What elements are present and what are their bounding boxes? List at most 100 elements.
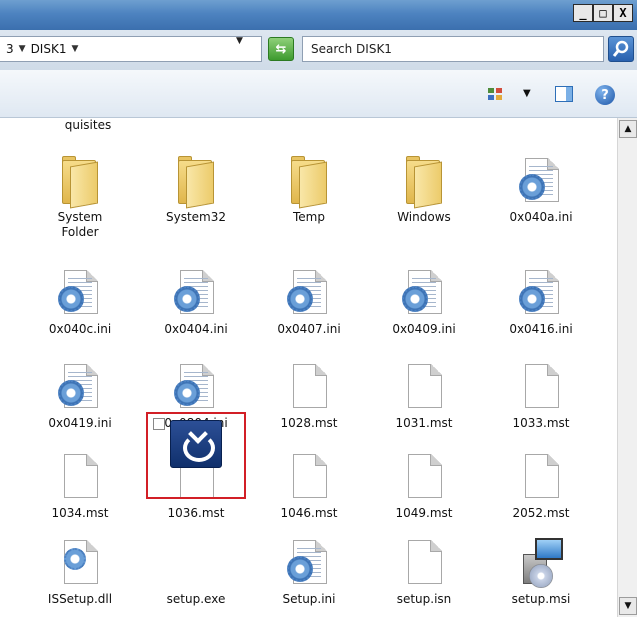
file-item-label: System32 xyxy=(165,210,227,224)
refresh-button[interactable]: ⇆ xyxy=(268,37,294,61)
file-item-label: Windows xyxy=(397,210,451,224)
file-item-label: ISSetup.dll xyxy=(47,592,113,606)
setup-exe-icon[interactable] xyxy=(170,420,222,468)
scroll-down-arrow-icon[interactable]: ▼ xyxy=(619,597,637,615)
view-dropdown-icon[interactable]: ▼ xyxy=(523,88,531,99)
file-item[interactable]: setup.msi xyxy=(491,536,591,607)
change-view-icon[interactable] xyxy=(488,88,504,102)
close-button[interactable]: X xyxy=(613,4,633,22)
search-placeholder: Search DISK1 xyxy=(311,42,392,56)
file-item[interactable]: 0x040c.ini xyxy=(30,266,130,337)
file-item[interactable]: 1028.mst xyxy=(259,360,359,431)
file-item-label: 0x0409.ini xyxy=(392,322,456,336)
file-item[interactable]: 2052.mst xyxy=(491,450,591,521)
file-item-label: 2052.mst xyxy=(512,506,570,520)
file-item[interactable]: 0x0416.ini xyxy=(491,266,591,337)
file-item-label: 1036.mst xyxy=(167,506,225,520)
window-controls: _ □ X xyxy=(573,4,633,22)
file-item-label: 0x0419.ini xyxy=(48,416,112,430)
search-icon xyxy=(612,40,629,57)
dll-icon xyxy=(56,536,104,590)
command-toolbar: ▼ ? xyxy=(0,70,637,118)
file-item[interactable]: Setup.ini xyxy=(259,536,359,607)
help-icon[interactable]: ? xyxy=(595,85,615,105)
preview-pane-icon[interactable] xyxy=(555,86,573,102)
search-input[interactable]: Search DISK1 xyxy=(302,36,604,62)
document-icon xyxy=(400,536,448,590)
document-icon xyxy=(517,450,565,504)
file-item[interactable]: Windows xyxy=(374,154,474,225)
file-item-label: System Folder xyxy=(57,210,103,239)
settings-file-icon xyxy=(517,266,565,320)
breadcrumb-segment-disk1[interactable]: DISK1 xyxy=(31,42,67,56)
file-item[interactable]: 0x0409.ini xyxy=(374,266,474,337)
file-item-label: 0x0407.ini xyxy=(277,322,341,336)
document-icon xyxy=(285,450,333,504)
file-item-label: 1031.mst xyxy=(395,416,453,430)
window-titlebar: _ □ X xyxy=(0,0,637,30)
file-item[interactable]: System32 xyxy=(146,154,246,225)
file-item[interactable]: 0x040a.ini xyxy=(491,154,591,225)
document-icon xyxy=(400,450,448,504)
file-item-label: setup.exe xyxy=(166,592,226,606)
breadcrumb[interactable]: 3 ▼ DISK1 ▼ xyxy=(0,36,262,62)
file-item[interactable]: 1049.mst xyxy=(374,450,474,521)
file-item-label: 0x0416.ini xyxy=(509,322,573,336)
file-item[interactable]: 1033.mst xyxy=(491,360,591,431)
file-item[interactable]: Temp xyxy=(259,154,359,225)
folder-icon xyxy=(285,154,333,209)
settings-file-icon xyxy=(517,154,565,208)
file-item[interactable]: 1034.mst xyxy=(30,450,130,521)
scroll-up-arrow-icon[interactable]: ▲ xyxy=(619,120,637,138)
document-icon xyxy=(400,360,448,414)
file-item-label: setup.msi xyxy=(511,592,571,606)
item-checkbox[interactable] xyxy=(153,418,165,430)
file-item[interactable]: 1031.mst xyxy=(374,360,474,431)
settings-file-icon xyxy=(400,266,448,320)
folder-icon xyxy=(172,154,220,209)
file-item-label: 1028.mst xyxy=(280,416,338,430)
file-item-label: 1046.mst xyxy=(280,506,338,520)
settings-file-icon xyxy=(56,360,104,414)
file-item-label: 1034.mst xyxy=(51,506,109,520)
refresh-icon: ⇆ xyxy=(275,41,287,57)
file-item[interactable]: 0x0407.ini xyxy=(259,266,359,337)
file-item-label: setup.isn xyxy=(396,592,452,606)
file-item[interactable]: 0x0404.ini xyxy=(146,266,246,337)
file-item[interactable]: 1046.mst xyxy=(259,450,359,521)
document-icon xyxy=(517,360,565,414)
file-item[interactable]: System Folder xyxy=(30,154,130,240)
file-item[interactable]: 0x0419.ini xyxy=(30,360,130,431)
breadcrumb-segment[interactable]: 3 xyxy=(6,42,14,56)
folder-icon xyxy=(400,154,448,209)
file-item-label: 0x040a.ini xyxy=(509,210,573,224)
file-item-label: 0x0404.ini xyxy=(164,322,228,336)
file-item-label: 0x040c.ini xyxy=(48,322,112,336)
file-item[interactable]: setup.exe xyxy=(146,536,246,607)
search-button[interactable] xyxy=(608,36,634,62)
partial-item-label: quisites xyxy=(64,118,112,132)
settings-file-icon xyxy=(172,360,220,414)
file-item-label: Temp xyxy=(293,210,325,224)
file-item[interactable]: ISSetup.dll xyxy=(30,536,130,607)
chevron-down-icon[interactable]: ▼ xyxy=(71,44,78,54)
settings-file-icon xyxy=(56,266,104,320)
folder-icon xyxy=(56,154,104,209)
file-list: quisites System Folder System32 Temp Window… xyxy=(0,118,617,617)
settings-file-icon xyxy=(172,266,220,320)
file-item-label: 1049.mst xyxy=(395,506,453,520)
maximize-button[interactable]: □ xyxy=(593,4,613,22)
chevron-down-icon[interactable]: ▼ xyxy=(19,44,26,54)
document-icon xyxy=(56,450,104,504)
minimize-button[interactable]: _ xyxy=(573,4,593,22)
address-bar: 3 ▼ DISK1 ▼ ▼ ⇆ Search DISK1 xyxy=(0,30,637,70)
document-icon xyxy=(285,360,333,414)
settings-file-icon xyxy=(285,536,333,590)
address-history-dropdown-icon[interactable]: ▼ xyxy=(236,36,243,46)
settings-file-icon xyxy=(285,266,333,320)
file-item-label: 1033.mst xyxy=(512,416,570,430)
file-item-label: Setup.ini xyxy=(282,592,336,606)
file-item[interactable]: setup.isn xyxy=(374,536,474,607)
vertical-scrollbar[interactable]: ▲ ▼ xyxy=(617,118,637,617)
installer-package-icon xyxy=(517,536,565,590)
